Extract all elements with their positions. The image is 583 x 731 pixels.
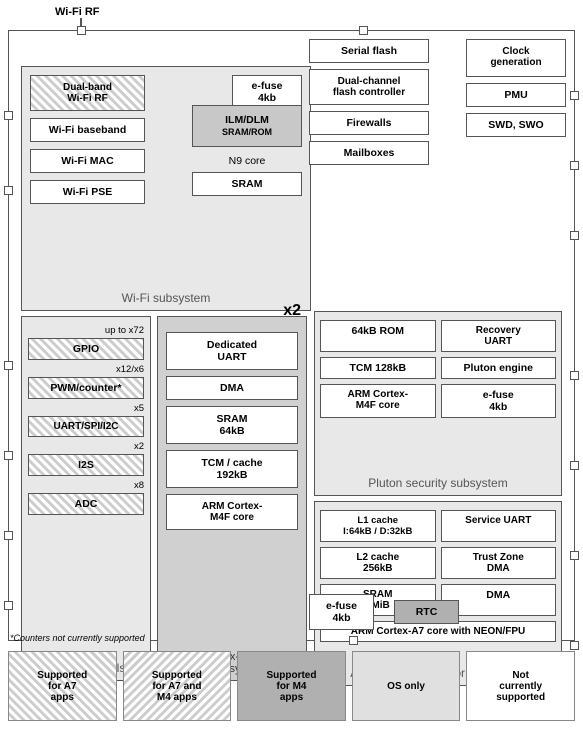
connector-left-2 [4,186,13,195]
recovery-uart: RecoveryUART [441,320,557,352]
wifi-ilm: ILM/DLMSRAM/ROM [192,105,302,147]
app-l2-cache: L2 cache256kB [320,547,436,579]
rtc: RTC [394,600,459,624]
io-peripherals: up to x72 GPIO x12/x6 PWM/counter* x5 UA… [21,316,151,681]
gpio: GPIO [28,338,144,360]
dual-band-wifi: Dual-bandWi-Fi RF [30,75,145,111]
pluton-tcm: TCM 128kB [320,357,436,379]
up-to-x72: up to x72 [28,325,144,336]
x2-big-label: x2 [283,302,301,320]
connector-right-5 [570,461,579,470]
x8-label: x8 [28,480,144,491]
connector-left-4 [4,451,13,460]
pluton-rom: 64kB ROM [320,320,436,352]
connector-right-2 [570,161,579,170]
cortex-m4f-content: DedicatedUART DMA SRAM64kB TCM / cache19… [158,317,306,560]
pluton-label: Pluton security subsystem [315,476,561,490]
wifi-sram: SRAM [192,172,302,196]
connector-left-6 [4,601,13,610]
serial-flash: Serial flash [309,39,429,63]
wifi-subsystem: e-fuse4kb ILM/DLMSRAM/ROM N9 core SRAM D… [21,66,311,311]
dedicated-uart: DedicatedUART [166,332,298,370]
connector-left-1 [4,111,13,120]
legend-a7: Supportedfor A7apps [8,651,117,721]
clock-gen: Clockgeneration [466,39,566,77]
outer-border: e-fuse4kb ILM/DLMSRAM/ROM N9 core SRAM D… [8,30,575,641]
pluton-cortex-m4: ARM Cortex-M4F core [320,384,436,418]
wifi-chips-col: Dual-bandWi-Fi RF Wi-Fi baseband Wi-Fi M… [30,75,145,204]
connector-right-6 [570,551,579,560]
x12x6-label: x12/x6 [28,364,144,375]
adc: ADC [28,493,144,515]
i2s: I2S [28,454,144,476]
connector-left-5 [4,531,13,540]
bottom-row: e-fuse4kb RTC [309,594,459,630]
note-text: *Counters not currently supported [10,633,145,643]
uart-spi-i2c: UART/SPI/I2C [28,416,144,437]
legend-a7-m4: Supportedfor A7 andM4 apps [123,651,232,721]
right-top-col: Serial flash Dual-channelflash controlle… [309,39,429,165]
connector-bottom-1 [349,636,358,645]
swd-swo: SWD, SWO [466,113,566,137]
cortex-m4f-subsystems: x2 DedicatedUART DMA SRAM64kB TCM / cach… [157,316,307,681]
cortex-dma: DMA [166,376,298,400]
pluton-subsystem: 64kB ROM RecoveryUART TCM 128kB Pluton e… [314,311,562,496]
x2-label: x2 [28,441,144,452]
wifi-rf-label: Wi-Fi RF [55,6,100,18]
wifi-mac: Wi-Fi MAC [30,149,145,173]
connector-left-3 [4,361,13,370]
connector-right-3 [570,231,579,240]
io-content: up to x72 GPIO x12/x6 PWM/counter* x5 UA… [22,317,150,515]
legend: Supportedfor A7apps Supportedfor A7 andM… [8,646,575,726]
n9-core-label: N9 core [192,155,302,167]
wifi-subsystem-label: Wi-Fi subsystem [22,291,310,305]
legend-not-supported: Notcurrentlysupported [466,651,575,721]
pmu: PMU [466,83,566,107]
app-service-uart: Service UART [441,510,557,542]
connector-right-1 [570,91,579,100]
wifi-baseband: Wi-Fi baseband [30,118,145,142]
wifi-efuse: e-fuse4kb [232,75,302,109]
legend-os-only: OS only [352,651,461,721]
wifi-pse: Wi-Fi PSE [30,180,145,204]
pluton-engine: Pluton engine [441,357,557,379]
main-container: Wi-Fi RF e-fuse4kb ILM/DLMSRAM/ROM N9 co… [0,0,583,731]
connector-top-1 [77,26,86,35]
connector-right-4 [570,371,579,380]
bottom-efuse: e-fuse4kb [309,594,374,630]
clock-gen-col: Clockgeneration PMU SWD, SWO [466,39,566,137]
pluton-efuse: e-fuse4kb [441,384,557,418]
app-l1-cache: L1 cacheI:64kB / D:32kB [320,510,436,542]
legend-m4: Supportedfor M4apps [237,651,346,721]
x5-label: x5 [28,403,144,414]
cortex-tcm: TCM / cache192kB [166,450,298,488]
pwm-counter: PWM/counter* [28,377,144,399]
firewalls: Firewalls [309,111,429,135]
cortex-m4-core: ARM Cortex-M4F core [166,494,298,530]
app-trustzone: Trust ZoneDMA [441,547,557,579]
dual-channel-flash: Dual-channelflash controller [309,69,429,105]
cortex-sram: SRAM64kB [166,406,298,444]
connector-top-2 [359,26,368,35]
mailboxes: Mailboxes [309,141,429,165]
